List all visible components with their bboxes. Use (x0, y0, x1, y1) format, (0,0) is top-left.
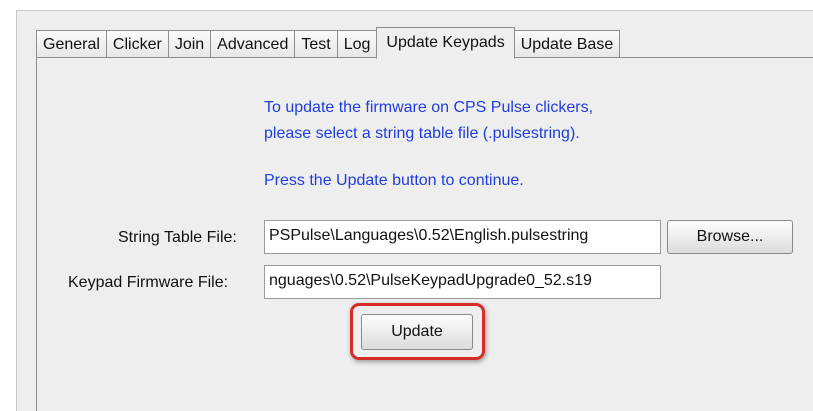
string-table-field[interactable]: PSPulse\Languages\0.52\English.pulsestri… (264, 220, 661, 254)
tab-update-keypads[interactable]: Update Keypads (376, 27, 515, 59)
tab-test[interactable]: Test (294, 30, 338, 58)
tab-update-base[interactable]: Update Base (513, 30, 621, 58)
tab-general[interactable]: General (36, 30, 107, 58)
instruction-line-3: Press the Update button to continue. (264, 172, 524, 189)
tab-clicker[interactable]: Clicker (105, 30, 169, 58)
update-button[interactable]: Update (361, 314, 473, 350)
string-table-label: String Table File: (118, 229, 237, 246)
tab-advanced[interactable]: Advanced (210, 30, 296, 58)
instructions-text: To update the firmware on CPS Pulse clic… (264, 95, 593, 194)
tab-log[interactable]: Log (336, 30, 378, 58)
browse-button[interactable]: Browse... (667, 220, 793, 254)
instruction-line-2: please select a string table file (.puls… (264, 125, 580, 142)
keypad-firmware-label: Keypad Firmware File: (68, 274, 229, 291)
keypad-firmware-field[interactable]: nguages\0.52\PulseKeypadUpgrade0_52.s19 (264, 265, 661, 299)
update-keypads-window: General Clicker Join Advanced Test Log U… (0, 0, 813, 411)
instruction-line-1: To update the firmware on CPS Pulse clic… (264, 99, 594, 116)
tab-join[interactable]: Join (167, 30, 212, 58)
tab-strip: General Clicker Join Advanced Test Log U… (36, 27, 621, 59)
